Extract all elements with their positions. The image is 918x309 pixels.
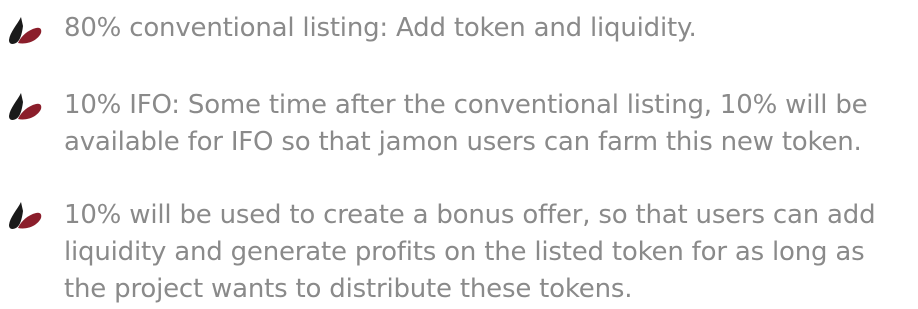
bullet-list: 80% conventional listing: Add token and … [0,0,918,309]
leaf-bullet-icon [9,93,42,120]
leaf-bullet-icon [9,202,42,229]
list-item-text: 80% conventional listing: Add token and … [64,13,697,43]
list-item-text: 10% IFO: Some time after the conventiona… [64,90,868,157]
list-item-text: 10% will be used to create a bonus offer… [64,200,876,304]
leaf-bullet-icon [9,17,42,44]
